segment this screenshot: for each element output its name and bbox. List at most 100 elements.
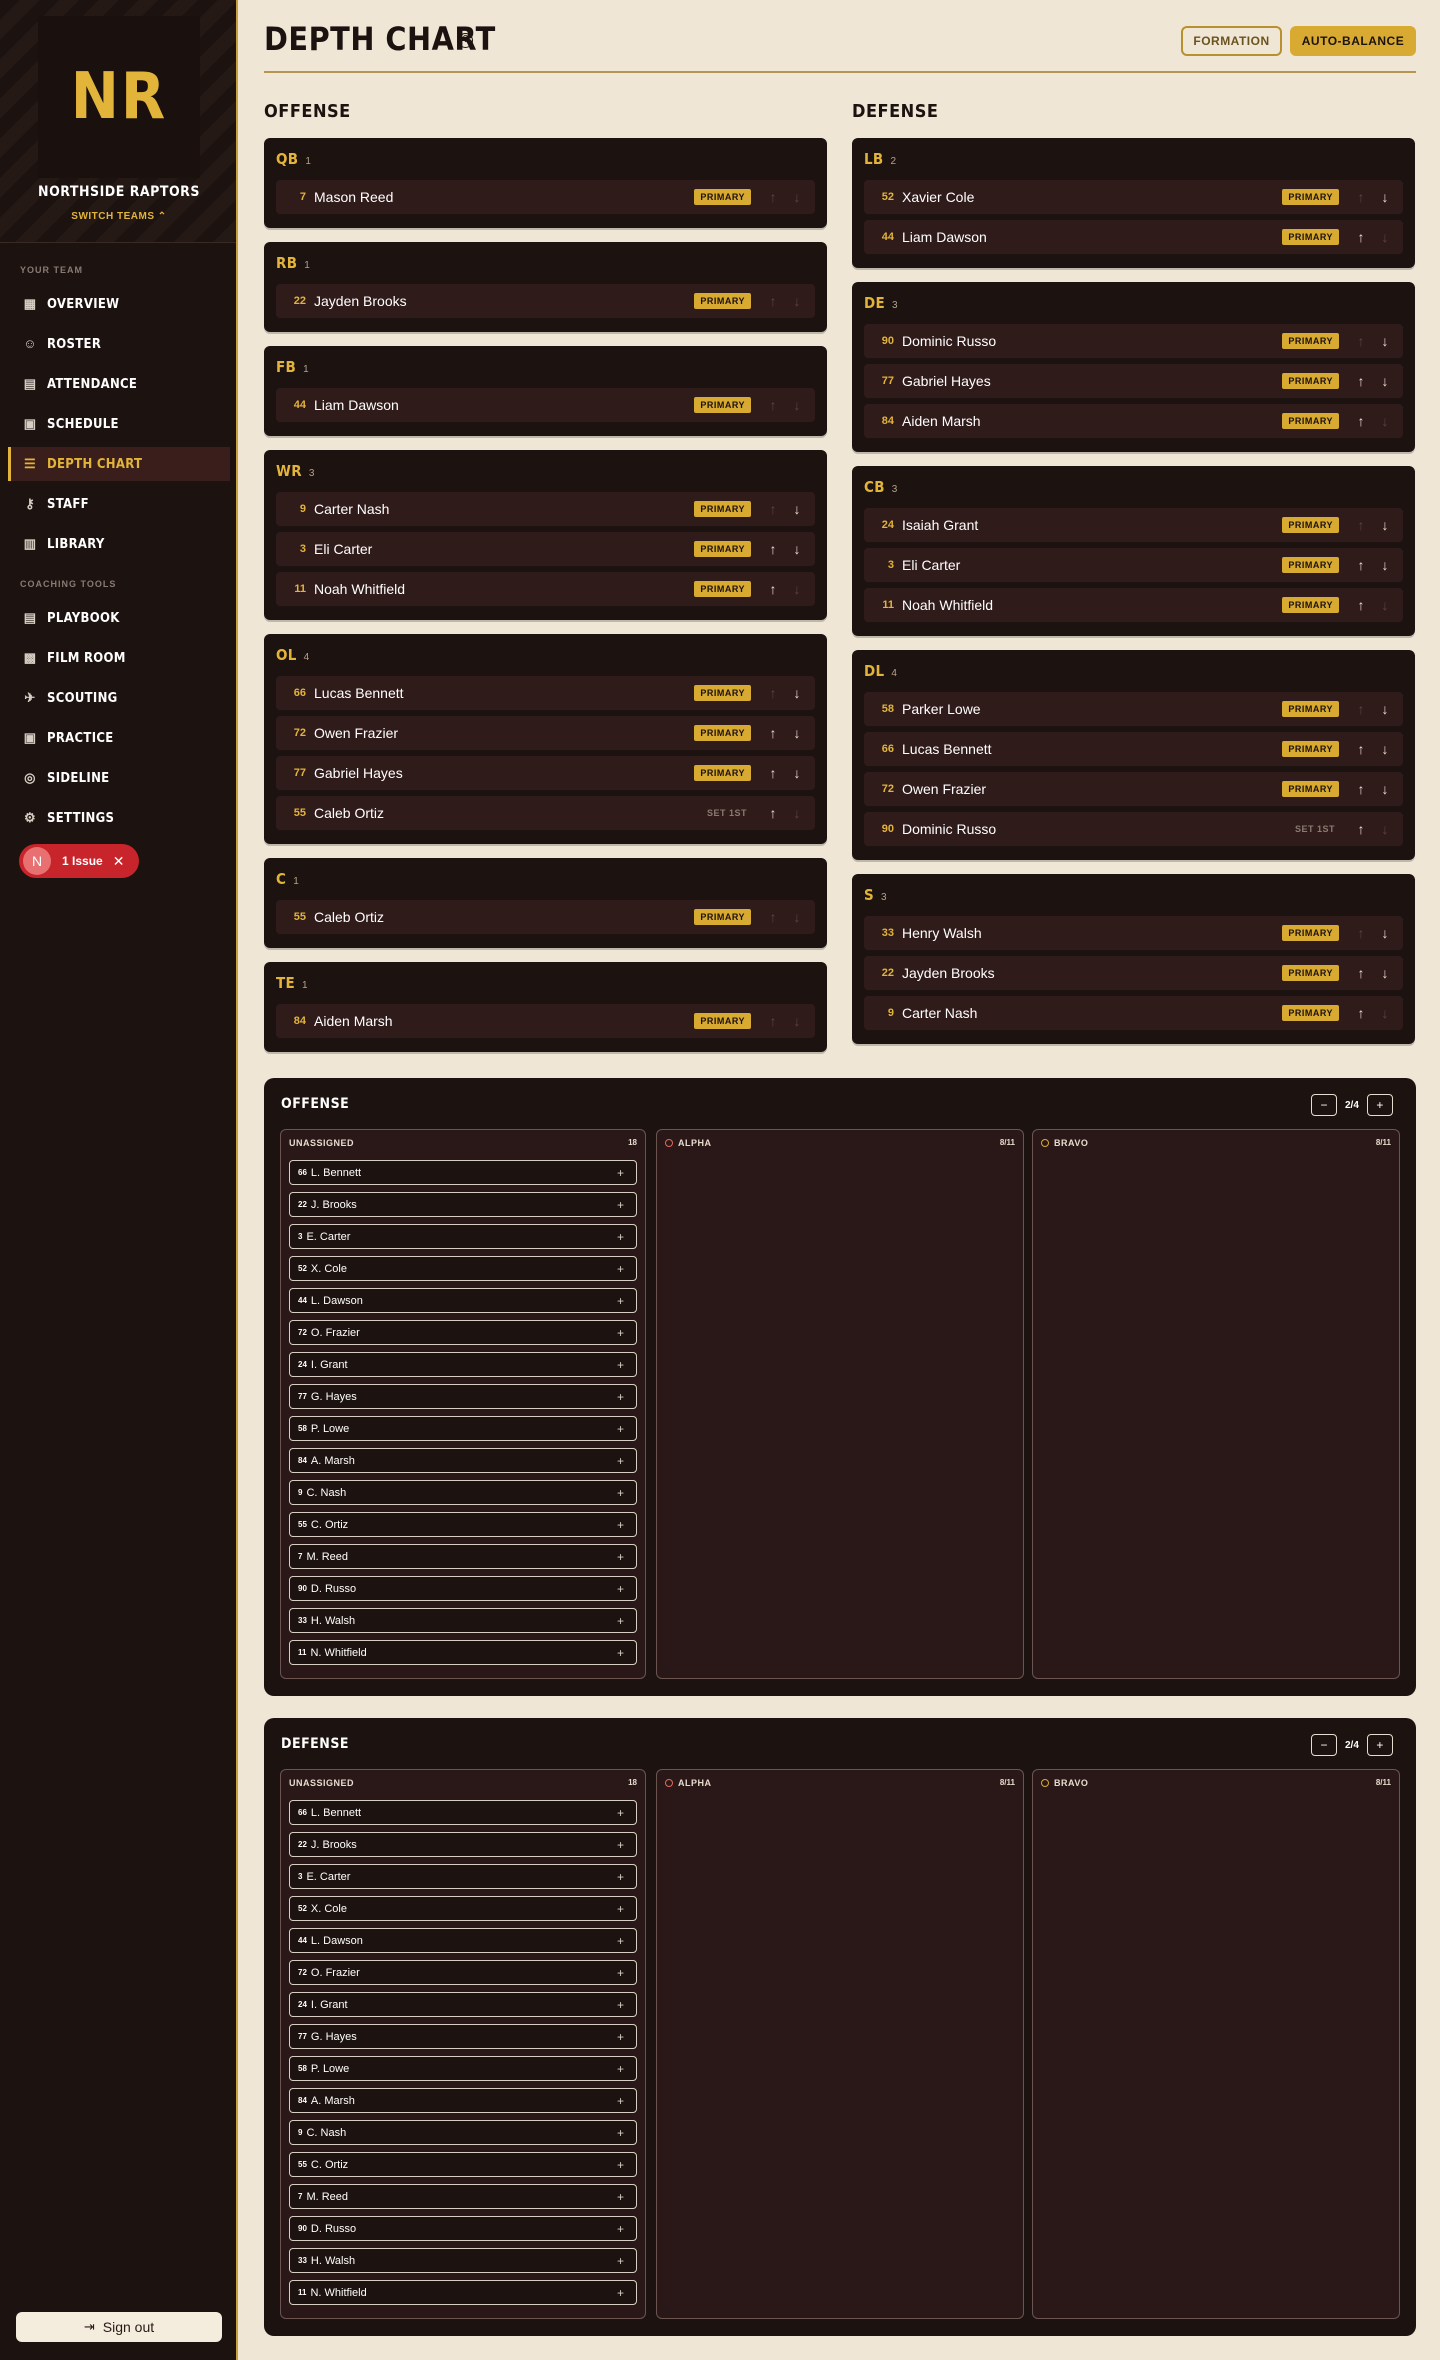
sidebar-item-library[interactable]: ▥ LIBRARY bbox=[8, 527, 230, 561]
unassigned-player-chip[interactable]: 52 X. Cole + bbox=[289, 1896, 637, 1921]
unassigned-player-chip[interactable]: 9 C. Nash + bbox=[289, 1480, 637, 1505]
add-player-button[interactable]: + bbox=[617, 1870, 624, 1884]
add-player-button[interactable]: + bbox=[617, 1454, 624, 1468]
sign-out-button[interactable]: ⇥ Sign out bbox=[16, 2312, 222, 2342]
unassigned-player-chip[interactable]: 11 N. Whitfield + bbox=[289, 1640, 637, 1665]
unassigned-player-chip[interactable]: 7 M. Reed + bbox=[289, 2184, 637, 2209]
add-player-button[interactable]: + bbox=[617, 2062, 624, 2076]
arrow-down-icon[interactable]: ↓ bbox=[1373, 517, 1397, 533]
depth-player-row[interactable]: 22 Jayden Brooks PRIMARY ↑ ↓ bbox=[276, 284, 815, 318]
unassigned-player-chip[interactable]: 72 O. Frazier + bbox=[289, 1320, 637, 1345]
arrow-up-icon[interactable]: ↑ bbox=[1349, 741, 1373, 757]
arrow-down-icon[interactable]: ↓ bbox=[785, 541, 809, 557]
unassigned-player-chip[interactable]: 72 O. Frazier + bbox=[289, 1960, 637, 1985]
unassigned-player-chip[interactable]: 3 E. Carter + bbox=[289, 1224, 637, 1249]
arrow-down-icon[interactable]: ↓ bbox=[1373, 965, 1397, 981]
depth-player-row[interactable]: 52 Xavier Cole PRIMARY ↑ ↓ bbox=[864, 180, 1403, 214]
add-player-button[interactable]: + bbox=[617, 1198, 624, 1212]
add-player-button[interactable]: + bbox=[617, 1582, 624, 1596]
arrow-up-icon[interactable]: ↑ bbox=[761, 765, 785, 781]
add-player-button[interactable]: + bbox=[617, 2094, 624, 2108]
depth-player-row[interactable]: 44 Liam Dawson PRIMARY ↑ ↓ bbox=[276, 388, 815, 422]
formation-button[interactable]: FORMATION bbox=[1181, 26, 1282, 56]
arrow-up-icon[interactable]: ↑ bbox=[1349, 1005, 1373, 1021]
add-player-button[interactable]: + bbox=[617, 1262, 624, 1276]
add-player-button[interactable]: + bbox=[617, 1646, 624, 1660]
unassigned-player-chip[interactable]: 55 C. Ortiz + bbox=[289, 2152, 637, 2177]
add-player-button[interactable]: + bbox=[617, 1614, 624, 1628]
depth-player-row[interactable]: 84 Aiden Marsh PRIMARY ↑ ↓ bbox=[276, 1004, 815, 1038]
increment-button[interactable]: + bbox=[1366, 1094, 1393, 1116]
sidebar-item-film-room[interactable]: ▩ FILM ROOM bbox=[8, 641, 230, 675]
arrow-up-icon[interactable]: ↑ bbox=[1349, 373, 1373, 389]
sidebar-item-roster[interactable]: ☺ ROSTER bbox=[8, 327, 230, 361]
depth-player-row[interactable]: 55 Caleb Ortiz PRIMARY ↑ ↓ bbox=[276, 900, 815, 934]
add-player-button[interactable]: + bbox=[617, 1166, 624, 1180]
arrow-down-icon[interactable]: ↓ bbox=[1373, 557, 1397, 573]
arrow-up-icon[interactable]: ↑ bbox=[761, 805, 785, 821]
unassigned-player-chip[interactable]: 33 H. Walsh + bbox=[289, 2248, 637, 2273]
add-player-button[interactable]: + bbox=[617, 1294, 624, 1308]
sidebar-item-scouting[interactable]: ✈ SCOUTING bbox=[8, 681, 230, 715]
add-player-button[interactable]: + bbox=[617, 1422, 624, 1436]
unassigned-player-chip[interactable]: 66 L. Bennett + bbox=[289, 1800, 637, 1825]
unassigned-player-chip[interactable]: 44 L. Dawson + bbox=[289, 1288, 637, 1313]
arrow-up-icon[interactable]: ↑ bbox=[1349, 413, 1373, 429]
sidebar-item-playbook[interactable]: ▤ PLAYBOOK bbox=[8, 601, 230, 635]
depth-player-row[interactable]: 3 Eli Carter PRIMARY ↑ ↓ bbox=[276, 532, 815, 566]
depth-player-row[interactable]: 9 Carter Nash PRIMARY ↑ ↓ bbox=[276, 492, 815, 526]
unassigned-player-chip[interactable]: 7 M. Reed + bbox=[289, 1544, 637, 1569]
unassigned-player-chip[interactable]: 84 A. Marsh + bbox=[289, 2088, 637, 2113]
unassigned-player-chip[interactable]: 11 N. Whitfield + bbox=[289, 2280, 637, 2305]
unassigned-player-chip[interactable]: 33 H. Walsh + bbox=[289, 1608, 637, 1633]
depth-player-row[interactable]: 22 Jayden Brooks PRIMARY ↑ ↓ bbox=[864, 956, 1403, 990]
sidebar-item-depth-chart[interactable]: ☰ DEPTH CHART bbox=[8, 447, 230, 481]
unassigned-player-chip[interactable]: 55 C. Ortiz + bbox=[289, 1512, 637, 1537]
add-player-button[interactable]: + bbox=[617, 1998, 624, 2012]
depth-player-row[interactable]: 11 Noah Whitfield PRIMARY ↑ ↓ bbox=[864, 588, 1403, 622]
unassigned-player-chip[interactable]: 24 I. Grant + bbox=[289, 1992, 637, 2017]
sidebar-item-overview[interactable]: ▦ OVERVIEW bbox=[8, 287, 230, 321]
depth-player-row[interactable]: 66 Lucas Bennett PRIMARY ↑ ↓ bbox=[864, 732, 1403, 766]
arrow-down-icon[interactable]: ↓ bbox=[1373, 781, 1397, 797]
add-player-button[interactable]: + bbox=[617, 1230, 624, 1244]
sidebar-item-schedule[interactable]: ▣ SCHEDULE bbox=[8, 407, 230, 441]
add-player-button[interactable]: + bbox=[617, 2222, 624, 2236]
unassigned-player-chip[interactable]: 84 A. Marsh + bbox=[289, 1448, 637, 1473]
arrow-down-icon[interactable]: ↓ bbox=[785, 501, 809, 517]
arrow-up-icon[interactable]: ↑ bbox=[761, 581, 785, 597]
unassigned-player-chip[interactable]: 90 D. Russo + bbox=[289, 2216, 637, 2241]
arrow-down-icon[interactable]: ↓ bbox=[1373, 741, 1397, 757]
depth-player-row[interactable]: 3 Eli Carter PRIMARY ↑ ↓ bbox=[864, 548, 1403, 582]
add-player-button[interactable]: + bbox=[617, 2030, 624, 2044]
decrement-button[interactable]: − bbox=[1311, 1734, 1337, 1756]
arrow-down-icon[interactable]: ↓ bbox=[1373, 701, 1397, 717]
arrow-up-icon[interactable]: ↑ bbox=[761, 541, 785, 557]
arrow-down-icon[interactable]: ↓ bbox=[1373, 925, 1397, 941]
add-player-button[interactable]: + bbox=[617, 2126, 624, 2140]
arrow-up-icon[interactable]: ↑ bbox=[761, 725, 785, 741]
depth-player-row[interactable]: 72 Owen Frazier PRIMARY ↑ ↓ bbox=[864, 772, 1403, 806]
sidebar-item-sideline[interactable]: ◎ SIDELINE bbox=[8, 761, 230, 795]
unassigned-player-chip[interactable]: 3 E. Carter + bbox=[289, 1864, 637, 1889]
arrow-up-icon[interactable]: ↑ bbox=[1349, 557, 1373, 573]
help-icon[interactable]: ? bbox=[458, 33, 473, 48]
depth-player-row[interactable]: 33 Henry Walsh PRIMARY ↑ ↓ bbox=[864, 916, 1403, 950]
switch-teams-button[interactable]: SWITCH TEAMS ⌃ bbox=[0, 211, 238, 222]
add-player-button[interactable]: + bbox=[617, 1966, 624, 1980]
sidebar-item-attendance[interactable]: ▤ ATTENDANCE bbox=[8, 367, 230, 401]
depth-player-row[interactable]: 55 Caleb Ortiz SET 1ST ↑ ↓ bbox=[276, 796, 815, 830]
depth-player-row[interactable]: 77 Gabriel Hayes PRIMARY ↑ ↓ bbox=[864, 364, 1403, 398]
add-player-button[interactable]: + bbox=[617, 1390, 624, 1404]
arrow-down-icon[interactable]: ↓ bbox=[1373, 333, 1397, 349]
unassigned-player-chip[interactable]: 44 L. Dawson + bbox=[289, 1928, 637, 1953]
issue-indicator[interactable]: N 1 Issue ✕ bbox=[19, 844, 139, 878]
add-player-button[interactable]: + bbox=[617, 2158, 624, 2172]
arrow-up-icon[interactable]: ↑ bbox=[1349, 965, 1373, 981]
unassigned-player-chip[interactable]: 58 P. Lowe + bbox=[289, 2056, 637, 2081]
add-player-button[interactable]: + bbox=[617, 1902, 624, 1916]
sidebar-item-settings[interactable]: ⚙ SETTINGS bbox=[8, 801, 230, 835]
add-player-button[interactable]: + bbox=[617, 1358, 624, 1372]
group-column-bravo[interactable]: BRAVO 8/11 bbox=[1032, 1769, 1400, 2319]
auto-balance-button[interactable]: AUTO-BALANCE bbox=[1290, 26, 1416, 56]
